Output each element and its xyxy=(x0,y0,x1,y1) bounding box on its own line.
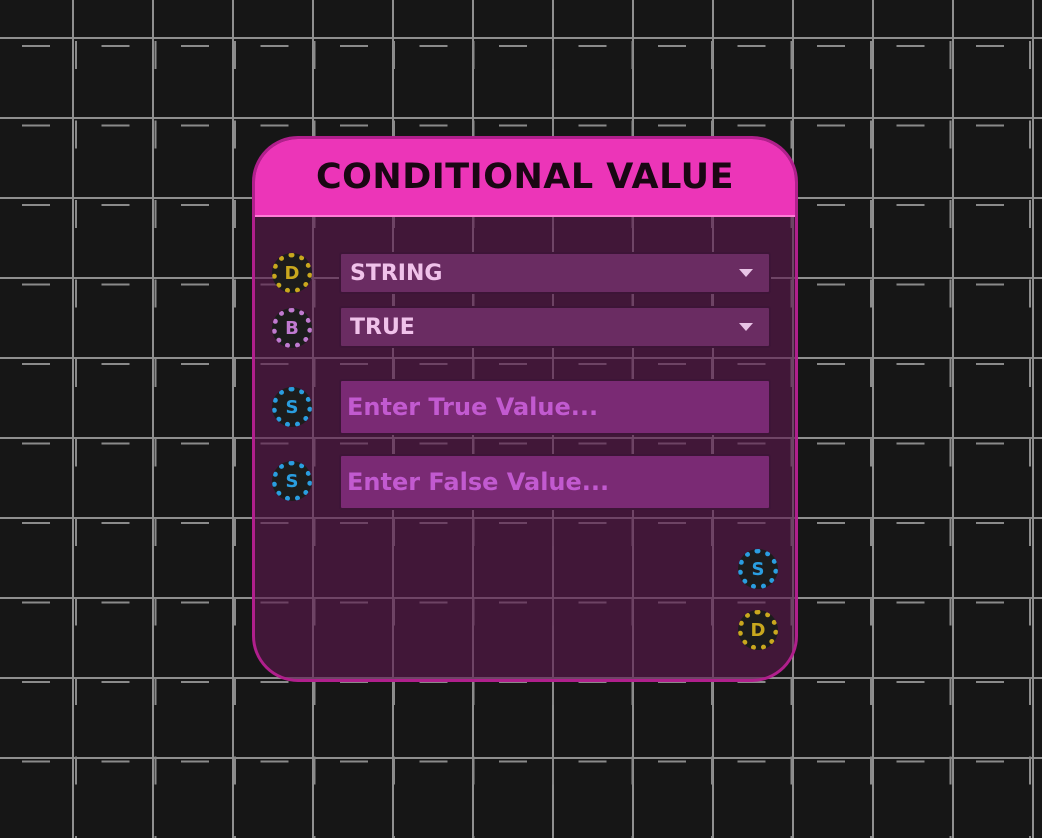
input-port-false-value[interactable]: S xyxy=(272,461,312,501)
port-letter: S xyxy=(751,558,765,580)
condition-dropdown-value: TRUE xyxy=(350,314,415,340)
input-port-boolean[interactable]: B xyxy=(272,308,312,348)
chevron-down-icon xyxy=(739,323,753,331)
input-port-dynamic[interactable]: D xyxy=(272,253,312,293)
port-letter: S xyxy=(285,396,299,418)
node-header[interactable]: CONDITIONAL VALUE xyxy=(255,139,795,217)
type-dropdown-value: STRING xyxy=(350,260,443,286)
node-title: CONDITIONAL VALUE xyxy=(315,157,734,197)
true-value-input[interactable] xyxy=(339,379,771,435)
condition-dropdown[interactable]: TRUE xyxy=(339,306,771,348)
port-letter: D xyxy=(284,262,300,284)
input-port-true-value[interactable]: S xyxy=(272,387,312,427)
output-port-dynamic[interactable]: D xyxy=(738,610,778,650)
type-dropdown[interactable]: STRING xyxy=(339,252,771,294)
chevron-down-icon xyxy=(739,269,753,277)
conditional-value-node[interactable]: CONDITIONAL VALUE D STRING B TRUE S S S … xyxy=(252,136,798,682)
port-letter: B xyxy=(285,317,299,339)
false-value-input[interactable] xyxy=(339,454,771,510)
port-letter: D xyxy=(750,619,766,641)
port-letter: S xyxy=(285,470,299,492)
output-port-string[interactable]: S xyxy=(738,549,778,589)
